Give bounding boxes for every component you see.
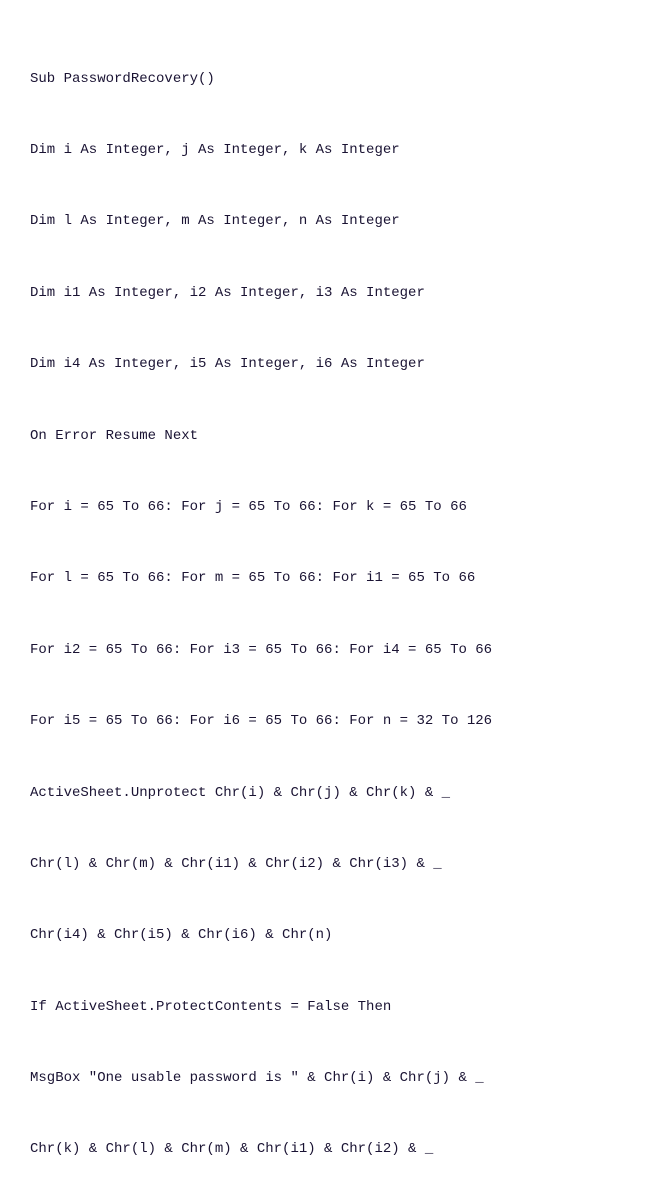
code-line: If ActiveSheet.ProtectContents = False T… — [30, 996, 623, 1020]
code-line: On Error Resume Next — [30, 425, 623, 449]
code-line: Chr(i4) & Chr(i5) & Chr(i6) & Chr(n) — [30, 924, 623, 948]
code-line: For i = 65 To 66: For j = 65 To 66: For … — [30, 496, 623, 520]
code-line: For i5 = 65 To 66: For i6 = 65 To 66: Fo… — [30, 710, 623, 734]
code-line: Dim l As Integer, m As Integer, n As Int… — [30, 210, 623, 234]
code-line: For i2 = 65 To 66: For i3 = 65 To 66: Fo… — [30, 639, 623, 663]
code-line: ActiveSheet.Unprotect Chr(i) & Chr(j) & … — [30, 782, 623, 806]
code-line: MsgBox "One usable password is " & Chr(i… — [30, 1067, 623, 1091]
code-line: For l = 65 To 66: For m = 65 To 66: For … — [30, 567, 623, 591]
code-line: Dim i1 As Integer, i2 As Integer, i3 As … — [30, 282, 623, 306]
code-line: Chr(l) & Chr(m) & Chr(i1) & Chr(i2) & Ch… — [30, 853, 623, 877]
code-line: Dim i4 As Integer, i5 As Integer, i6 As … — [30, 353, 623, 377]
code-line: Dim i As Integer, j As Integer, k As Int… — [30, 139, 623, 163]
code-line: Sub PasswordRecovery() — [30, 68, 623, 92]
code-block: Sub PasswordRecovery() Dim i As Integer,… — [30, 20, 623, 1192]
code-line: Chr(k) & Chr(l) & Chr(m) & Chr(i1) & Chr… — [30, 1138, 623, 1162]
